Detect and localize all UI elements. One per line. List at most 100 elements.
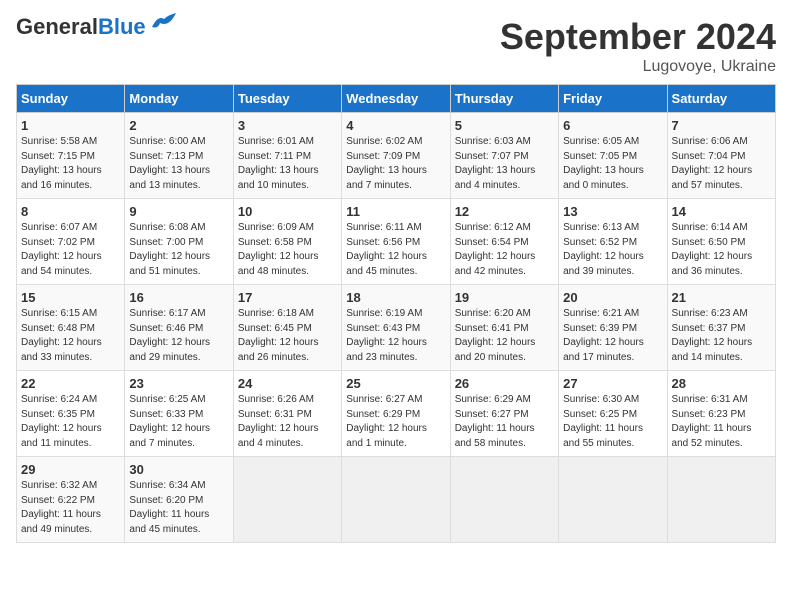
day-number: 5	[455, 118, 554, 133]
calendar-cell: 20 Sunrise: 6:21 AM Sunset: 6:39 PM Dayli…	[559, 285, 667, 371]
day-number: 13	[563, 204, 662, 219]
calendar-cell: 28 Sunrise: 6:31 AM Sunset: 6:23 PM Dayli…	[667, 371, 775, 457]
day-number: 9	[129, 204, 228, 219]
day-number: 19	[455, 290, 554, 305]
calendar-cell: 17 Sunrise: 6:18 AM Sunset: 6:45 PM Dayli…	[233, 285, 341, 371]
location-title: Lugovoye, Ukraine	[500, 58, 776, 76]
header-day-saturday: Saturday	[667, 85, 775, 113]
day-number: 16	[129, 290, 228, 305]
logo: GeneralBlue	[16, 16, 176, 38]
cell-content: Sunrise: 6:13 AM Sunset: 6:52 PM Dayligh…	[563, 221, 662, 279]
calendar-cell: 9 Sunrise: 6:08 AM Sunset: 7:00 PM Daylig…	[125, 199, 233, 285]
calendar-cell: 24Sunrise: 6:26 AM Sunset: 6:31 PM Dayli…	[233, 371, 341, 457]
calendar-cell: 22 Sunrise: 6:24 AM Sunset: 6:35 PM Dayli…	[17, 371, 125, 457]
header-day-monday: Monday	[125, 85, 233, 113]
calendar-cell: 12 Sunrise: 6:12 AM Sunset: 6:54 PM Dayli…	[450, 199, 558, 285]
day-number: 12	[455, 204, 554, 219]
day-number: 18	[346, 290, 445, 305]
calendar-cell: 1Sunrise: 5:58 AM Sunset: 7:15 PM Daylig…	[17, 113, 125, 199]
cell-content: Sunrise: 6:15 AM Sunset: 6:48 PM Dayligh…	[21, 307, 120, 365]
cell-content: Sunrise: 6:27 AM Sunset: 6:29 PM Dayligh…	[346, 393, 445, 451]
day-number: 14	[672, 204, 771, 219]
cell-content: Sunrise: 6:32 AM Sunset: 6:22 PM Dayligh…	[21, 479, 120, 537]
cell-content: Sunrise: 6:21 AM Sunset: 6:39 PM Dayligh…	[563, 307, 662, 365]
calendar-week-row: 15Sunrise: 6:15 AM Sunset: 6:48 PM Dayli…	[17, 285, 776, 371]
cell-content: Sunrise: 6:08 AM Sunset: 7:00 PM Dayligh…	[129, 221, 228, 279]
day-number: 28	[672, 376, 771, 391]
calendar-week-row: 29 Sunrise: 6:32 AM Sunset: 6:22 PM Dayli…	[17, 457, 776, 543]
calendar-cell: 8 Sunrise: 6:07 AM Sunset: 7:02 PM Daylig…	[17, 199, 125, 285]
month-title: September 2024	[500, 16, 776, 58]
day-number: 30	[129, 462, 228, 477]
cell-content: Sunrise: 6:34 AM Sunset: 6:20 PM Dayligh…	[129, 479, 228, 537]
cell-content: Sunrise: 6:29 AM Sunset: 6:27 PM Dayligh…	[455, 393, 554, 451]
cell-content: Sunrise: 6:00 AM Sunset: 7:13 PM Dayligh…	[129, 135, 228, 193]
calendar-cell: 13 Sunrise: 6:13 AM Sunset: 6:52 PM Dayli…	[559, 199, 667, 285]
calendar-week-row: 22 Sunrise: 6:24 AM Sunset: 6:35 PM Dayli…	[17, 371, 776, 457]
calendar-table: SundayMondayTuesdayWednesdayThursdayFrid…	[16, 84, 776, 543]
calendar-cell: 16 Sunrise: 6:17 AM Sunset: 6:46 PM Dayli…	[125, 285, 233, 371]
cell-content: Sunrise: 6:02 AM Sunset: 7:09 PM Dayligh…	[346, 135, 445, 193]
day-number: 27	[563, 376, 662, 391]
logo-bird-icon	[150, 13, 176, 33]
cell-content: Sunrise: 6:05 AM Sunset: 7:05 PM Dayligh…	[563, 135, 662, 193]
day-number: 3	[238, 118, 337, 133]
cell-content: Sunrise: 6:09 AM Sunset: 6:58 PM Dayligh…	[238, 221, 337, 279]
calendar-cell: 27 Sunrise: 6:30 AM Sunset: 6:25 PM Dayli…	[559, 371, 667, 457]
calendar-cell	[233, 457, 341, 543]
day-number: 2	[129, 118, 228, 133]
cell-content: Sunrise: 6:14 AM Sunset: 6:50 PM Dayligh…	[672, 221, 771, 279]
calendar-cell: 19 Sunrise: 6:20 AM Sunset: 6:41 PM Dayli…	[450, 285, 558, 371]
calendar-cell: 29 Sunrise: 6:32 AM Sunset: 6:22 PM Dayli…	[17, 457, 125, 543]
calendar-cell: 25 Sunrise: 6:27 AM Sunset: 6:29 PM Dayli…	[342, 371, 450, 457]
cell-content: Sunrise: 6:06 AM Sunset: 7:04 PM Dayligh…	[672, 135, 771, 193]
day-number: 7	[672, 118, 771, 133]
cell-content: Sunrise: 6:12 AM Sunset: 6:54 PM Dayligh…	[455, 221, 554, 279]
calendar-cell	[342, 457, 450, 543]
calendar-cell	[450, 457, 558, 543]
cell-content: Sunrise: 6:26 AM Sunset: 6:31 PM Dayligh…	[238, 393, 337, 451]
calendar-cell	[667, 457, 775, 543]
calendar-cell: 2 Sunrise: 6:00 AM Sunset: 7:13 PM Daylig…	[125, 113, 233, 199]
day-number: 25	[346, 376, 445, 391]
cell-content: Sunrise: 6:17 AM Sunset: 6:46 PM Dayligh…	[129, 307, 228, 365]
calendar-cell: 10Sunrise: 6:09 AM Sunset: 6:58 PM Dayli…	[233, 199, 341, 285]
calendar-week-row: 1Sunrise: 5:58 AM Sunset: 7:15 PM Daylig…	[17, 113, 776, 199]
day-number: 17	[238, 290, 337, 305]
calendar-cell: 21 Sunrise: 6:23 AM Sunset: 6:37 PM Dayli…	[667, 285, 775, 371]
day-number: 6	[563, 118, 662, 133]
cell-content: Sunrise: 6:30 AM Sunset: 6:25 PM Dayligh…	[563, 393, 662, 451]
calendar-cell: 15Sunrise: 6:15 AM Sunset: 6:48 PM Dayli…	[17, 285, 125, 371]
day-number: 26	[455, 376, 554, 391]
cell-content: Sunrise: 6:31 AM Sunset: 6:23 PM Dayligh…	[672, 393, 771, 451]
header-day-wednesday: Wednesday	[342, 85, 450, 113]
header-day-thursday: Thursday	[450, 85, 558, 113]
cell-content: Sunrise: 6:20 AM Sunset: 6:41 PM Dayligh…	[455, 307, 554, 365]
calendar-cell: 5 Sunrise: 6:03 AM Sunset: 7:07 PM Daylig…	[450, 113, 558, 199]
calendar-cell: 26 Sunrise: 6:29 AM Sunset: 6:27 PM Dayli…	[450, 371, 558, 457]
day-number: 11	[346, 204, 445, 219]
cell-content: Sunrise: 6:03 AM Sunset: 7:07 PM Dayligh…	[455, 135, 554, 193]
cell-content: Sunrise: 6:24 AM Sunset: 6:35 PM Dayligh…	[21, 393, 120, 451]
day-number: 29	[21, 462, 120, 477]
day-number: 22	[21, 376, 120, 391]
calendar-cell: 11 Sunrise: 6:11 AM Sunset: 6:56 PM Dayli…	[342, 199, 450, 285]
day-number: 20	[563, 290, 662, 305]
cell-content: Sunrise: 6:18 AM Sunset: 6:45 PM Dayligh…	[238, 307, 337, 365]
header-day-tuesday: Tuesday	[233, 85, 341, 113]
header-day-friday: Friday	[559, 85, 667, 113]
day-number: 21	[672, 290, 771, 305]
title-area: September 2024 Lugovoye, Ukraine	[500, 16, 776, 76]
cell-content: Sunrise: 6:19 AM Sunset: 6:43 PM Dayligh…	[346, 307, 445, 365]
calendar-cell: 7 Sunrise: 6:06 AM Sunset: 7:04 PM Daylig…	[667, 113, 775, 199]
calendar-cell: 3Sunrise: 6:01 AM Sunset: 7:11 PM Daylig…	[233, 113, 341, 199]
cell-content: Sunrise: 6:07 AM Sunset: 7:02 PM Dayligh…	[21, 221, 120, 279]
calendar-cell: 14 Sunrise: 6:14 AM Sunset: 6:50 PM Dayli…	[667, 199, 775, 285]
logo-blue: Blue	[98, 14, 146, 39]
cell-content: Sunrise: 6:23 AM Sunset: 6:37 PM Dayligh…	[672, 307, 771, 365]
cell-content: Sunrise: 6:11 AM Sunset: 6:56 PM Dayligh…	[346, 221, 445, 279]
header-day-sunday: Sunday	[17, 85, 125, 113]
cell-content: Sunrise: 6:25 AM Sunset: 6:33 PM Dayligh…	[129, 393, 228, 451]
day-number: 8	[21, 204, 120, 219]
day-number: 23	[129, 376, 228, 391]
